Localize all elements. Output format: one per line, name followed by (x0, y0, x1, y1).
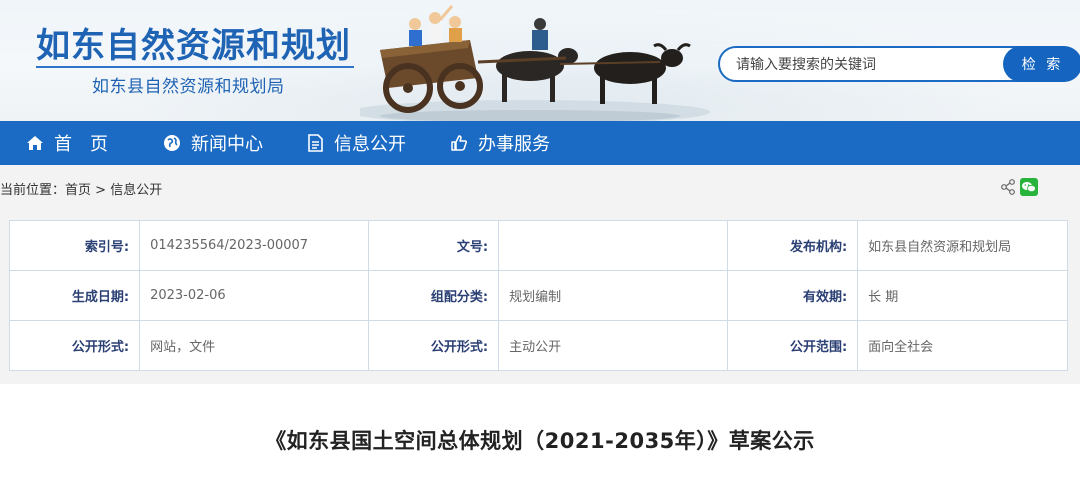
document-icon (306, 134, 324, 152)
nav-item-services[interactable]: 办事服务 (450, 121, 550, 165)
field-value: 长 期 (857, 270, 1068, 321)
field-label: 公开形式: (368, 320, 500, 371)
field-value: 面向全社会 (857, 320, 1068, 371)
info-table: 索引号: 014235564/2023-00007 文号: 发布机构: 如东县自… (8, 220, 1068, 371)
field-value: 2023-02-06 (139, 270, 370, 321)
nav-item-info[interactable]: 信息公开 (306, 121, 406, 165)
breadcrumb-bar: 当前位置：首页 > 信息公开 (0, 165, 1080, 209)
field-label: 组配分类: (368, 270, 500, 321)
globe-icon (163, 134, 181, 152)
field-label: 索引号: (8, 220, 141, 271)
breadcrumb-prefix: 当前位置： (0, 183, 66, 198)
breadcrumb-current-link[interactable]: 信息公开 (110, 183, 162, 198)
field-label: 生成日期: (8, 270, 141, 321)
field-value: 如东县自然资源和规划局 (857, 220, 1068, 271)
field-label: 发布机构: (727, 220, 859, 271)
field-value (498, 220, 729, 271)
main-nav: 首 页 新闻中心 信息公开 办事服务 (0, 121, 1080, 165)
field-value: 规划编制 (498, 270, 729, 321)
home-icon (26, 134, 44, 152)
table-row: 生成日期: 2023-02-06 组配分类: 规划编制 有效期: 长 期 (8, 270, 1068, 321)
share-icon[interactable] (1000, 179, 1016, 195)
nav-item-label: 信息公开 (334, 134, 406, 155)
field-value: 014235564/2023-00007 (139, 220, 370, 271)
breadcrumb-home-link[interactable]: 首页 (65, 183, 91, 198)
nav-item-label: 办事服务 (478, 134, 550, 155)
table-row: 公开形式: 网站，文件 公开形式: 主动公开 公开范围: 面向全社会 (8, 320, 1068, 371)
nav-item-label: 首 页 (54, 134, 108, 155)
ox-cart-illustration (360, 5, 710, 121)
field-value: 网站，文件 (139, 320, 370, 371)
field-label: 有效期: (727, 270, 859, 321)
header-banner: 如东自然资源和规划 如东县自然资源和规划局 请输入要搜索的关键词 检 索 (0, 0, 1080, 121)
site-subtitle: 如东县自然资源和规划局 (92, 77, 285, 97)
search-input[interactable] (736, 55, 996, 75)
nav-item-label: 新闻中心 (191, 134, 263, 155)
nav-item-news[interactable]: 新闻中心 (163, 121, 263, 165)
title-divider (36, 66, 354, 68)
thumbs-up-icon (450, 134, 468, 152)
breadcrumb-separator: > (91, 183, 111, 198)
nav-item-home[interactable]: 首 页 (26, 121, 108, 165)
breadcrumb: 当前位置：首页 > 信息公开 (0, 179, 162, 198)
field-label: 公开范围: (727, 320, 859, 371)
search-button[interactable]: 检 索 (1003, 46, 1080, 82)
document-title: 《如东县国土空间总体规划（2021-2035年）》草案公示 (265, 429, 815, 453)
site-title: 如东自然资源和规划 (36, 26, 351, 66)
wechat-icon[interactable] (1020, 178, 1038, 196)
field-value: 主动公开 (498, 320, 729, 371)
field-label: 文号: (368, 220, 500, 271)
field-label: 公开形式: (8, 320, 141, 371)
table-row: 索引号: 014235564/2023-00007 文号: 发布机构: 如东县自… (8, 220, 1068, 271)
search-box: 检 索 (718, 46, 1080, 82)
info-table-panel: 索引号: 014235564/2023-00007 文号: 发布机构: 如东县自… (0, 209, 1080, 384)
